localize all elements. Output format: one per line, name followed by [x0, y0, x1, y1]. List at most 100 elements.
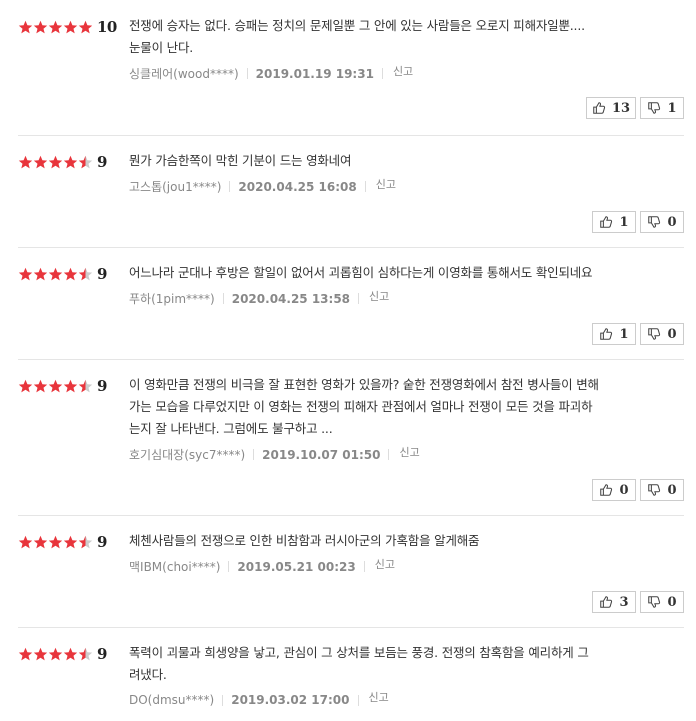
star-icon — [33, 647, 48, 662]
report-link[interactable]: 신고 — [369, 689, 389, 705]
thumbs-up-icon — [593, 102, 606, 114]
review-text: 어느나라 군대나 후방은 할일이 없어서 괴롭힘이 심하다는게 이영화를 통해서… — [129, 262, 684, 284]
review-text-line: 려냈다. — [129, 667, 167, 682]
dislike-button[interactable]: 0 — [640, 211, 684, 233]
review-text: 이 영화만큼 전쟁의 비극을 잘 표현한 영화가 있을까? 숱한 전쟁영화에서 … — [129, 374, 684, 440]
author-name[interactable]: 맥IBM(choi****) — [129, 558, 220, 575]
report-link[interactable]: 신고 — [399, 444, 419, 460]
review-item: 10 전쟁에 승자는 없다. 승패는 정치의 문제일뿐 그 안에 있는 사람들은… — [18, 0, 684, 136]
thumbs-up-icon — [600, 216, 613, 228]
review-text-line: 가는 모습을 다루었지만 이 영화는 전쟁의 피해자 관점에서 얼마나 전쟁이 … — [129, 399, 593, 414]
author-name[interactable]: 호기심대장(syc7****) — [129, 446, 245, 463]
star-icon — [78, 20, 93, 35]
star-icon — [63, 535, 78, 550]
review-item: 9 뭔가 가슴한쪽이 막힌 기분이 드는 영화네여 고스톱(jou1****) … — [18, 136, 684, 248]
thumbs-up-icon — [600, 484, 613, 496]
like-button[interactable]: 13 — [586, 97, 636, 119]
rating: 10 — [18, 18, 117, 36]
vote-buttons: 3 0 — [592, 591, 684, 613]
star-icon — [48, 535, 63, 550]
rating: 9 — [18, 153, 107, 171]
divider — [357, 694, 359, 706]
divider — [363, 561, 365, 572]
review-meta: 고스톱(jou1****) 2020.04.25 16:08 신고 — [129, 178, 684, 195]
star-rating — [18, 20, 93, 35]
star-icon — [33, 535, 48, 550]
dislike-button[interactable]: 0 — [640, 591, 684, 613]
star-rating — [18, 155, 93, 170]
vote-buttons: 0 0 — [592, 479, 684, 501]
star-icon — [78, 535, 93, 550]
star-icon — [33, 20, 48, 35]
rating: 9 — [18, 377, 107, 395]
report-link[interactable]: 신고 — [393, 63, 413, 79]
like-button[interactable]: 0 — [592, 479, 636, 501]
rating-score: 9 — [97, 265, 107, 283]
like-button[interactable]: 3 — [592, 591, 636, 613]
star-icon — [33, 379, 48, 394]
star-icon — [78, 267, 93, 282]
star-icon — [48, 267, 63, 282]
dislike-button[interactable]: 0 — [640, 323, 684, 345]
vote-buttons: 13 1 — [586, 97, 684, 119]
star-icon — [18, 20, 33, 35]
star-icon — [63, 267, 78, 282]
rating-score: 10 — [97, 18, 117, 36]
author-name[interactable]: DO(dmsu****) — [129, 693, 214, 707]
report-link[interactable]: 신고 — [369, 288, 389, 304]
divider — [222, 694, 224, 706]
review-item: 9 이 영화만큼 전쟁의 비극을 잘 표현한 영화가 있을까? 숱한 전쟁영화에… — [18, 360, 684, 516]
thumbs-up-icon — [600, 596, 613, 608]
like-button[interactable]: 1 — [592, 211, 636, 233]
report-link[interactable]: 신고 — [376, 176, 396, 192]
star-icon — [18, 535, 33, 550]
dislike-button[interactable]: 0 — [640, 479, 684, 501]
review-meta: 푸하(1pim****) 2020.04.25 13:58 신고 — [129, 290, 684, 307]
star-icon — [48, 155, 63, 170]
star-icon — [48, 379, 63, 394]
like-count: 0 — [619, 482, 629, 498]
star-rating — [18, 535, 93, 550]
review-date: 2019.03.02 17:00 — [231, 693, 350, 707]
review-text-line: 체첸사람들의 전쟁으로 인한 비참함과 러시아군의 가혹함을 알게해줌 — [129, 533, 480, 548]
like-button[interactable]: 1 — [592, 323, 636, 345]
review-meta: 호기심대장(syc7****) 2019.10.07 01:50 신고 — [129, 446, 684, 463]
star-icon — [63, 20, 78, 35]
divider — [229, 181, 231, 192]
review-date: 2019.05.21 00:23 — [237, 559, 356, 574]
review-text-line: 전쟁에 승자는 없다. 승패는 정치의 문제일뿐 그 안에 있는 사람들은 오로… — [129, 18, 585, 33]
review-text-line: 뭔가 가슴한쪽이 막힌 기분이 드는 영화네여 — [129, 153, 352, 168]
star-icon — [18, 155, 33, 170]
rating-score: 9 — [97, 533, 107, 551]
review-date: 2020.04.25 13:58 — [231, 291, 351, 306]
dislike-count: 0 — [667, 482, 677, 498]
review-text-line: 어느나라 군대나 후방은 할일이 없어서 괴롭힘이 심하다는게 이영화를 통해서… — [129, 265, 593, 280]
review-date: 2019.10.07 01:50 — [262, 447, 381, 462]
author-name[interactable]: 고스톱(jou1****) — [129, 178, 221, 195]
review-item: 9 폭력이 괴물과 희생양을 낳고, 관심이 그 상처를 보듬는 풍경. 전쟁의… — [18, 628, 684, 721]
star-icon — [18, 379, 33, 394]
author-name[interactable]: 푸하(1pim****) — [129, 290, 215, 307]
star-rating — [18, 267, 93, 282]
star-icon — [78, 647, 93, 662]
star-icon — [78, 379, 93, 394]
like-count: 1 — [619, 326, 629, 342]
author-name[interactable]: 싱클레어(wood****) — [129, 65, 239, 82]
review-text: 뭔가 가슴한쪽이 막힌 기분이 드는 영화네여 — [129, 150, 684, 172]
dislike-button[interactable]: 1 — [640, 97, 684, 119]
star-icon — [63, 647, 78, 662]
divider — [222, 293, 224, 304]
star-icon — [63, 155, 78, 170]
thumbs-down-icon — [648, 102, 661, 114]
review-meta: 싱클레어(wood****) 2019.01.19 19:31 신고 — [129, 65, 684, 82]
divider — [358, 293, 360, 304]
star-icon — [33, 267, 48, 282]
divider — [381, 68, 383, 79]
divider — [388, 449, 390, 460]
report-link[interactable]: 신고 — [375, 556, 395, 572]
divider — [228, 561, 230, 572]
star-icon — [33, 155, 48, 170]
star-icon — [63, 379, 78, 394]
review-meta: 맥IBM(choi****) 2019.05.21 00:23 신고 — [129, 558, 684, 575]
review-text: 체첸사람들의 전쟁으로 인한 비참함과 러시아군의 가혹함을 알게해줌 — [129, 530, 684, 552]
